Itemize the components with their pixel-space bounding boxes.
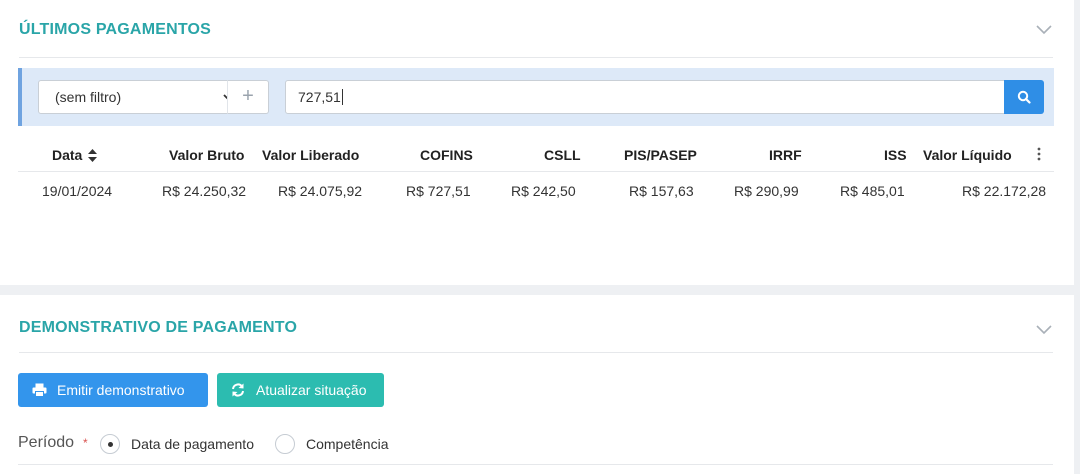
cell-cofins: R$ 727,51 bbox=[406, 183, 471, 199]
col-valor-bruto[interactable]: Valor Bruto bbox=[169, 147, 244, 163]
col-data[interactable]: Data bbox=[52, 147, 98, 163]
col-pis-pasep[interactable]: PIS/PASEP bbox=[624, 147, 697, 163]
add-filter-button[interactable]: + bbox=[227, 80, 269, 114]
table-row[interactable]: 19/01/2024 R$ 24.250,32 R$ 24.075,92 R$ … bbox=[18, 174, 1054, 210]
cell-valor-liberado: R$ 24.075,92 bbox=[278, 183, 363, 199]
panel-title: ÚLTIMOS PAGAMENTOS bbox=[19, 21, 212, 38]
sort-icon[interactable] bbox=[88, 149, 98, 162]
cell-valor-bruto: R$ 24.250,32 bbox=[162, 183, 247, 199]
demonstrativo-panel: DEMONSTRATIVO DE PAGAMENTO Emitir demons… bbox=[0, 295, 1074, 474]
atualizar-situacao-button[interactable]: Atualizar situação bbox=[217, 373, 384, 407]
radio-competencia-label[interactable]: Competência bbox=[306, 436, 389, 452]
col-valor-liquido[interactable]: Valor Líquido bbox=[923, 147, 1012, 163]
chevron-down-icon[interactable] bbox=[1035, 22, 1053, 36]
cell-valor-liquido: R$ 22.172,28 bbox=[962, 183, 1047, 199]
periodo-label: Período bbox=[18, 434, 75, 451]
col-irrf[interactable]: IRRF bbox=[769, 147, 802, 163]
emitir-demonstrativo-label: Emitir demonstrativo bbox=[57, 382, 185, 398]
panel-title: DEMONSTRATIVO DE PAGAMENTO bbox=[19, 319, 298, 336]
col-cofins[interactable]: COFINS bbox=[420, 147, 473, 163]
cell-irrf: R$ 290,99 bbox=[734, 183, 799, 199]
table-header: Data Valor Bruto Valor Liberado COFINS C… bbox=[18, 140, 1054, 172]
filter-select[interactable]: (sem filtro) bbox=[38, 80, 244, 114]
search-button[interactable] bbox=[1004, 80, 1044, 114]
col-valor-liberado[interactable]: Valor Liberado bbox=[262, 147, 359, 163]
panel-header: DEMONSTRATIVO DE PAGAMENTO bbox=[19, 295, 1053, 353]
periodo-field: Período * Data de pagamento Competência bbox=[18, 431, 1053, 465]
kebab-menu-icon[interactable] bbox=[1035, 146, 1043, 162]
radio-data-pagamento[interactable] bbox=[100, 434, 120, 454]
radio-data-pagamento-label[interactable]: Data de pagamento bbox=[131, 436, 254, 452]
search-input[interactable]: 727,51 bbox=[285, 80, 1005, 114]
text-cursor bbox=[341, 89, 343, 105]
col-csll[interactable]: CSLL bbox=[544, 147, 581, 163]
printer-icon bbox=[32, 383, 47, 397]
radio-competencia[interactable] bbox=[275, 434, 295, 454]
cell-data: 19/01/2024 bbox=[42, 183, 113, 199]
col-data-label: Data bbox=[52, 147, 83, 163]
required-marker: * bbox=[83, 436, 88, 450]
col-iss[interactable]: ISS bbox=[884, 147, 907, 163]
cell-csll: R$ 242,50 bbox=[511, 183, 576, 199]
refresh-icon bbox=[232, 383, 244, 397]
search-icon bbox=[1017, 90, 1031, 104]
panel-header: ÚLTIMOS PAGAMENTOS bbox=[19, 0, 1053, 58]
emitir-demonstrativo-button[interactable]: Emitir demonstrativo bbox=[18, 373, 208, 407]
cell-iss: R$ 485,01 bbox=[840, 183, 905, 199]
atualizar-situacao-label: Atualizar situação bbox=[256, 382, 367, 398]
ultimos-pagamentos-panel: ÚLTIMOS PAGAMENTOS (sem filtro) + 727,51… bbox=[0, 0, 1074, 285]
chevron-down-icon[interactable] bbox=[1035, 322, 1053, 336]
search-input-value: 727,51 bbox=[298, 89, 341, 105]
filter-select-value: (sem filtro) bbox=[55, 89, 122, 105]
plus-icon: + bbox=[242, 85, 254, 107]
filter-bar: (sem filtro) + 727,51 bbox=[18, 68, 1054, 126]
cell-pis-pasep: R$ 157,63 bbox=[629, 183, 694, 199]
